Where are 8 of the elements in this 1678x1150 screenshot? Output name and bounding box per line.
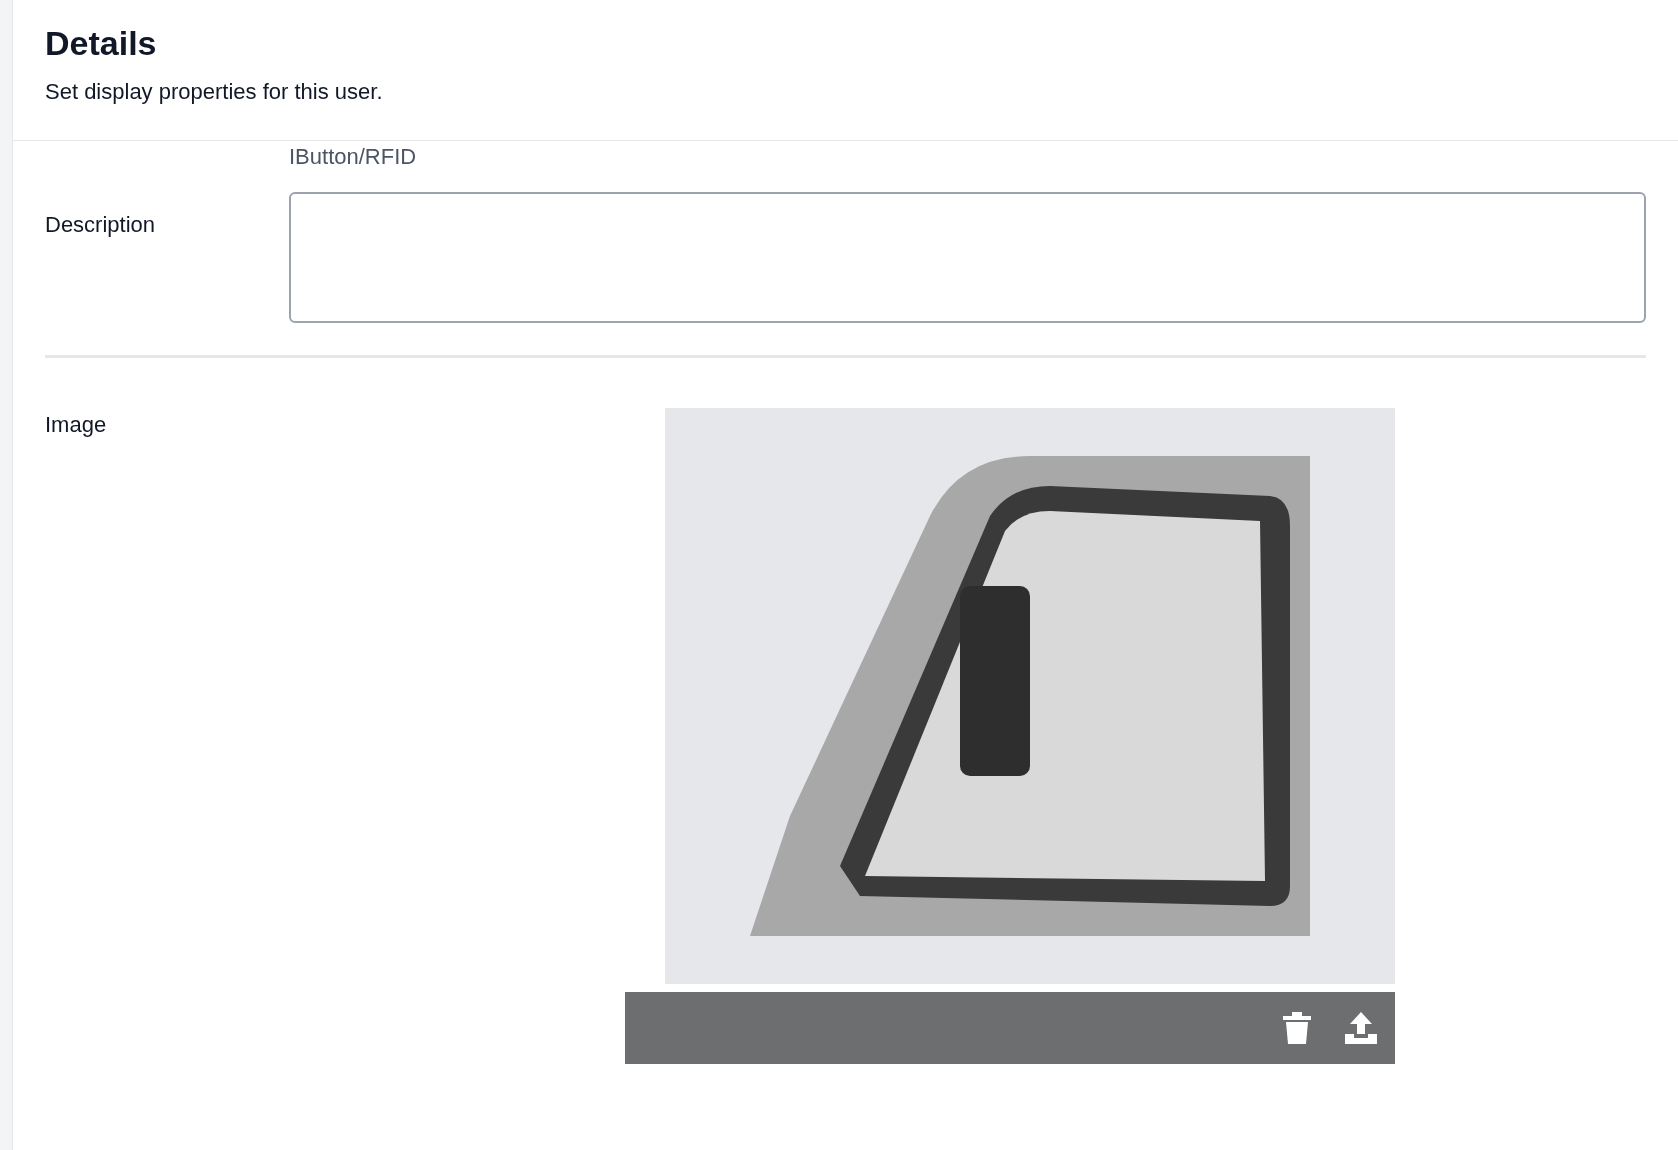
delete-icon[interactable] <box>1283 1012 1311 1044</box>
upload-icon[interactable] <box>1345 1012 1377 1044</box>
section-title: Details <box>45 23 158 64</box>
field-value: IButton/RFID <box>289 142 417 170</box>
field-label: Image <box>45 412 107 437</box>
section-subtitle: Set display properties for this user. <box>45 77 384 106</box>
field-label: Description <box>45 212 156 237</box>
description-field[interactable] <box>289 192 1646 323</box>
